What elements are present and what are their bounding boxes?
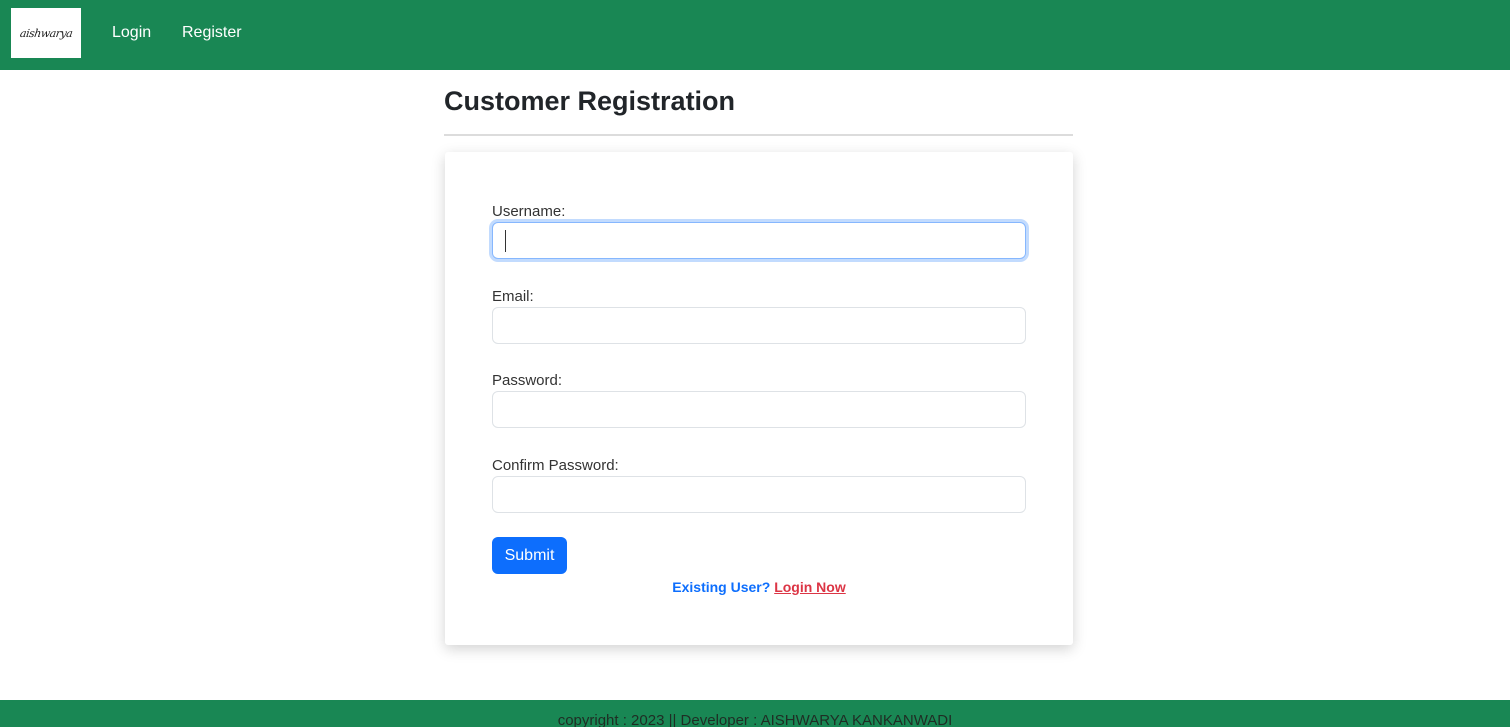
password-input[interactable]	[492, 391, 1026, 428]
brand-logo[interactable]: aishwarya	[11, 8, 81, 58]
text-caret	[505, 230, 506, 252]
logo-signature: aishwarya	[18, 26, 74, 40]
email-input[interactable]	[492, 307, 1026, 344]
existing-user-prompt: Existing User? Login Now	[445, 579, 1073, 595]
nav-register-link[interactable]: Register	[182, 24, 242, 42]
registration-form-card: Username: Email: Password: Confirm Passw…	[445, 152, 1073, 645]
footer: copyright : 2023 || Developer : AISHWARY…	[0, 700, 1510, 727]
confirm-password-input[interactable]	[492, 476, 1026, 513]
confirm-password-label: Confirm Password:	[492, 457, 619, 474]
footer-copyright: copyright : 2023 || Developer : AISHWARY…	[557, 712, 953, 727]
username-input[interactable]	[492, 222, 1026, 259]
submit-button[interactable]: Submit	[492, 537, 567, 574]
nav-login-link[interactable]: Login	[112, 24, 151, 42]
title-divider	[444, 134, 1073, 136]
login-now-link[interactable]: Login Now	[774, 579, 846, 595]
email-label: Email:	[492, 288, 534, 305]
username-label: Username:	[492, 203, 566, 220]
existing-user-text: Existing User?	[672, 579, 771, 595]
page-title: Customer Registration	[444, 86, 736, 116]
top-navbar: aishwarya Login Register	[0, 0, 1510, 70]
password-label: Password:	[492, 372, 563, 389]
